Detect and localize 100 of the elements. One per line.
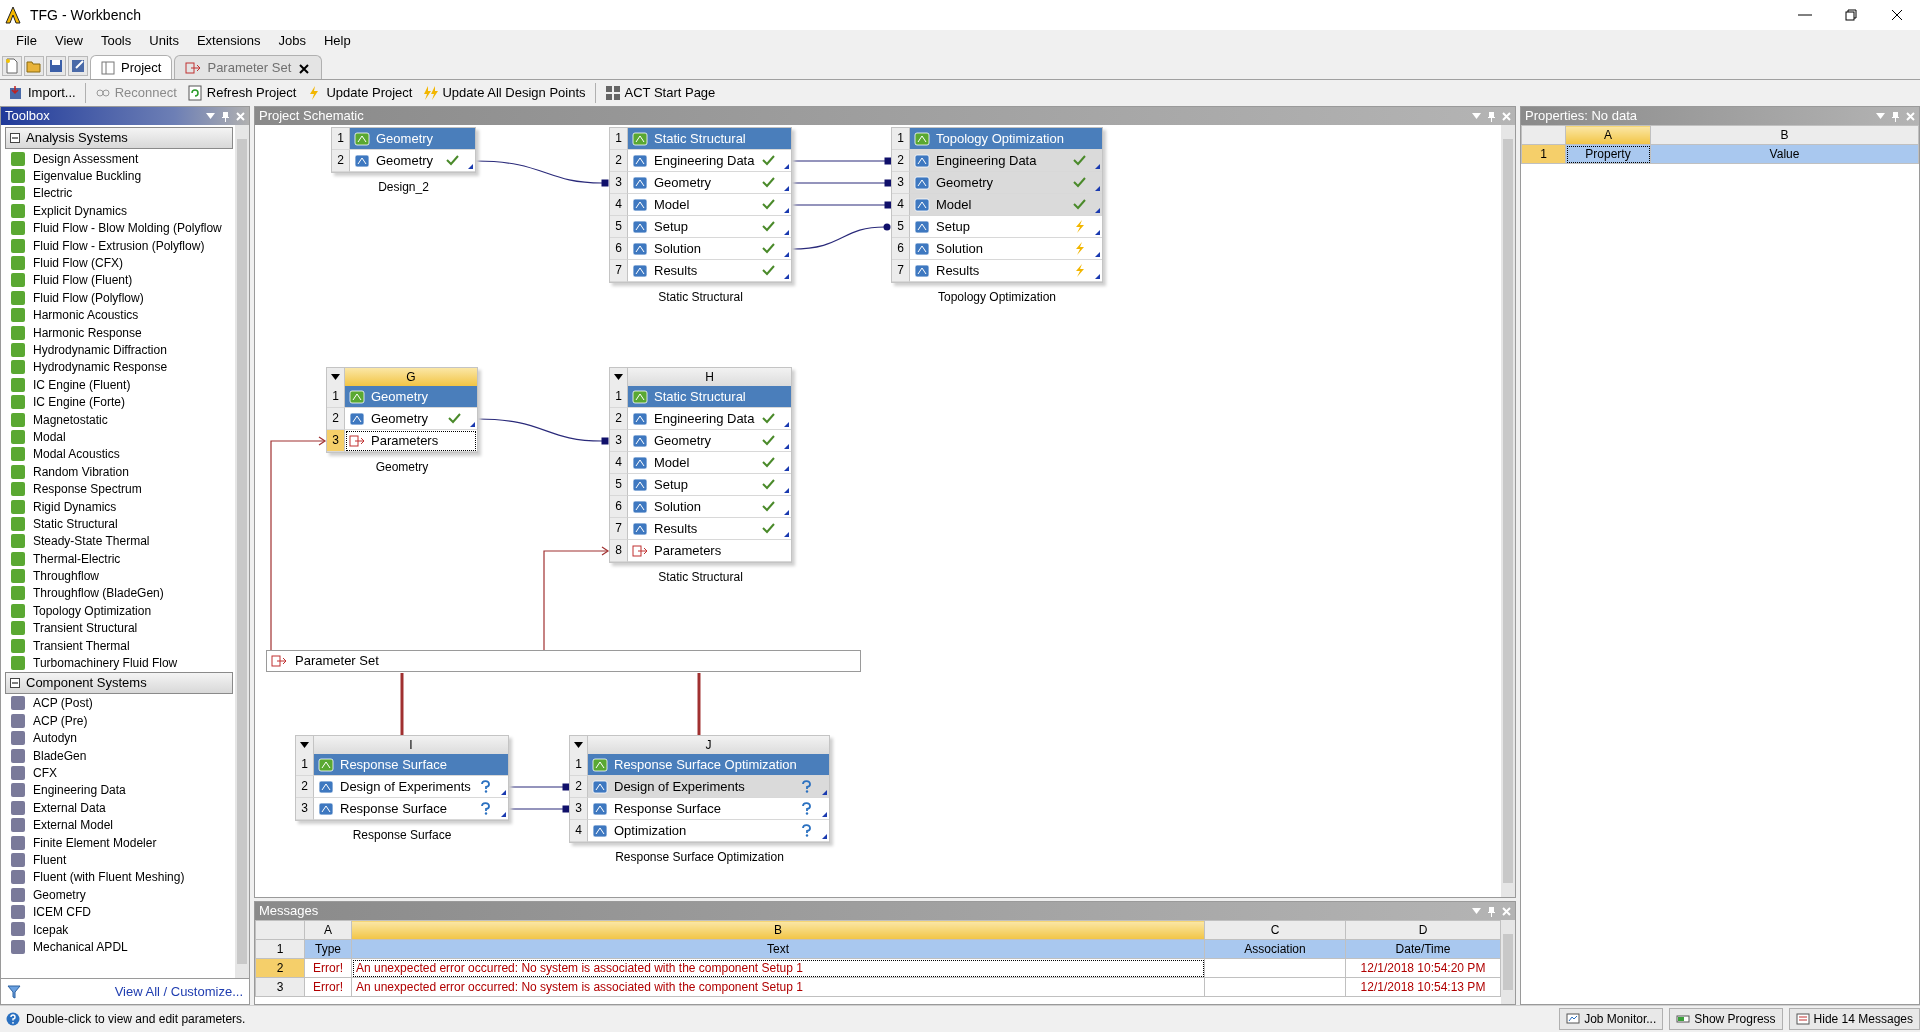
tab[interactable]: Project [90, 55, 173, 79]
toolbar-button[interactable]: Import... [4, 82, 80, 104]
system-cell[interactable]: Engineering Data [628, 150, 791, 172]
menu-item[interactable]: File [8, 31, 45, 51]
group-header[interactable]: Analysis Systems [5, 127, 233, 149]
toolbox-item[interactable]: Transient Structural [5, 619, 233, 637]
system-cell[interactable]: Geometry [628, 430, 791, 452]
menu-item[interactable]: Extensions [188, 31, 269, 51]
toolbox-item[interactable]: External Data [5, 799, 233, 817]
system-cell[interactable]: Results [910, 260, 1102, 282]
system-cell[interactable]: Setup [628, 474, 791, 496]
system-title-cell[interactable]: Geometry [350, 128, 475, 150]
system-title-cell[interactable]: Topology Optimization [910, 128, 1102, 150]
system-cell[interactable]: Solution [910, 238, 1102, 260]
system-cell[interactable]: Geometry [628, 172, 791, 194]
toolbox-item[interactable]: Mechanical APDL [5, 938, 233, 956]
toolbox-item[interactable]: Fluid Flow - Extrusion (Polyflow) [5, 236, 233, 255]
tab[interactable]: Parameter Set [174, 55, 323, 79]
system-cell[interactable]: Setup [910, 216, 1102, 238]
status-button[interactable]: Hide 14 Messages [1788, 1008, 1920, 1030]
system-cell[interactable]: Solution [628, 496, 791, 518]
toolbox-item[interactable]: Harmonic Acoustics [5, 306, 233, 324]
system-cell[interactable]: Model [628, 194, 791, 216]
toolbox-item[interactable]: Thermal-Electric [5, 550, 233, 568]
column-header[interactable]: C [1204, 920, 1346, 940]
column-header[interactable]: B [351, 920, 1205, 940]
system-title-cell[interactable]: Geometry [345, 386, 477, 408]
new-project-button[interactable] [2, 56, 22, 76]
system-letter[interactable]: I [314, 736, 508, 754]
toolbar-button[interactable]: Refresh Project [182, 82, 301, 104]
toolbox-item[interactable]: CFX [5, 764, 233, 782]
toolbox-item[interactable]: Hydrodynamic Diffraction [5, 341, 233, 359]
save-button[interactable] [46, 56, 66, 76]
system-title-cell[interactable]: Response Surface Optimization [588, 754, 829, 776]
system-cell[interactable]: Geometry [350, 150, 475, 172]
toolbox-item[interactable]: Finite Element Modeler [5, 833, 233, 852]
system-title-cell[interactable]: Static Structural [628, 386, 791, 408]
system-title-cell[interactable]: Response Surface [314, 754, 508, 776]
system-cell[interactable]: Setup [628, 216, 791, 238]
system-cell[interactable]: Response Surface [314, 798, 508, 820]
system-cell[interactable]: Model [628, 452, 791, 474]
system-letter[interactable]: G [345, 368, 477, 386]
toolbox-item[interactable]: ACP (Post) [5, 694, 233, 713]
toolbox-item[interactable]: Response Spectrum [5, 480, 233, 498]
toolbox-item[interactable]: Modal [5, 428, 233, 446]
toolbox-item[interactable]: Modal Acoustics [5, 445, 233, 464]
toolbox-item[interactable]: Geometry [5, 886, 233, 904]
toolbar-button[interactable]: ACT Start Page [600, 82, 720, 104]
toolbox-item[interactable]: Topology Optimization [5, 602, 233, 620]
group-header[interactable]: Component Systems [5, 671, 233, 694]
toolbox-item[interactable]: Turbomachinery Fluid Flow [5, 654, 233, 672]
vertical-scrollbar[interactable] [1501, 125, 1515, 897]
system-cell[interactable]: Response Surface [588, 798, 829, 820]
menu-item[interactable]: Help [315, 31, 359, 51]
close-tab-button[interactable] [297, 61, 312, 74]
toolbox-item[interactable]: Autodyn [5, 729, 233, 747]
system-cell[interactable]: Design of Experiments [314, 776, 508, 798]
toolbox-item[interactable]: IC Engine (Fluent) [5, 376, 233, 394]
menu-item[interactable]: Jobs [270, 31, 314, 51]
toolbox-item[interactable]: Engineering Data [5, 781, 233, 800]
toolbox-item[interactable]: Random Vibration [5, 463, 233, 481]
toolbox-item[interactable]: Rigid Dynamics [5, 497, 233, 516]
column-header[interactable]: B [1650, 125, 1919, 145]
toolbox-item[interactable]: Eigenvalue Buckling [5, 167, 233, 185]
toolbox-item[interactable]: ICEM CFD [5, 903, 233, 921]
menu-item[interactable]: Tools [92, 31, 140, 51]
toolbox-item[interactable]: Explicit Dynamics [5, 202, 233, 220]
system-cell[interactable]: Optimization [588, 820, 829, 842]
menu-item[interactable]: Units [141, 31, 187, 51]
system-cell[interactable]: Results [628, 518, 791, 540]
toolbox-item[interactable]: Design Assessment [5, 150, 233, 168]
toolbar-button[interactable]: Update Project [302, 82, 417, 104]
status-button[interactable]: Show Progress [1669, 1008, 1783, 1030]
system-letter[interactable]: H [628, 368, 791, 386]
menu-item[interactable]: View [46, 31, 91, 51]
status-button[interactable]: Job Monitor... [1559, 1008, 1664, 1030]
vertical-scrollbar[interactable] [235, 125, 249, 978]
toolbox-item[interactable]: Transient Thermal [5, 636, 233, 655]
system-cell[interactable]: Design of Experiments [588, 776, 829, 798]
toolbox-item[interactable]: Electric [5, 184, 233, 203]
toolbox-item[interactable]: Throughflow (BladeGen) [5, 584, 233, 603]
toolbox-item[interactable]: BladeGen [5, 746, 233, 765]
toolbox-item[interactable]: Fluid Flow (Fluent) [5, 271, 233, 290]
toolbox-item[interactable]: Icepak [5, 920, 233, 939]
toolbox-item[interactable]: Fluid Flow - Blow Molding (Polyflow [5, 219, 233, 237]
system-letter[interactable]: J [588, 736, 829, 754]
column-header[interactable]: A [1565, 125, 1651, 145]
system-cell[interactable]: Geometry [910, 172, 1102, 194]
system-title-cell[interactable]: Static Structural [628, 128, 791, 150]
toolbox-item[interactable]: Fluent (with Fluent Meshing) [5, 868, 233, 886]
toolbox-item[interactable]: IC Engine (Forte) [5, 393, 233, 411]
toolbox-item[interactable]: Magnetostatic [5, 410, 233, 429]
system-cell[interactable]: Parameters [345, 430, 477, 452]
system-cell[interactable]: Engineering Data [910, 150, 1102, 172]
system-cell[interactable]: Geometry [345, 408, 477, 430]
system-cell[interactable]: Parameters [628, 540, 791, 562]
toolbox-item[interactable]: Hydrodynamic Response [5, 358, 233, 377]
system-cell[interactable]: Solution [628, 238, 791, 260]
toolbox-item[interactable]: External Model [5, 816, 233, 834]
toolbox-item[interactable]: Fluid Flow (CFX) [5, 254, 233, 272]
